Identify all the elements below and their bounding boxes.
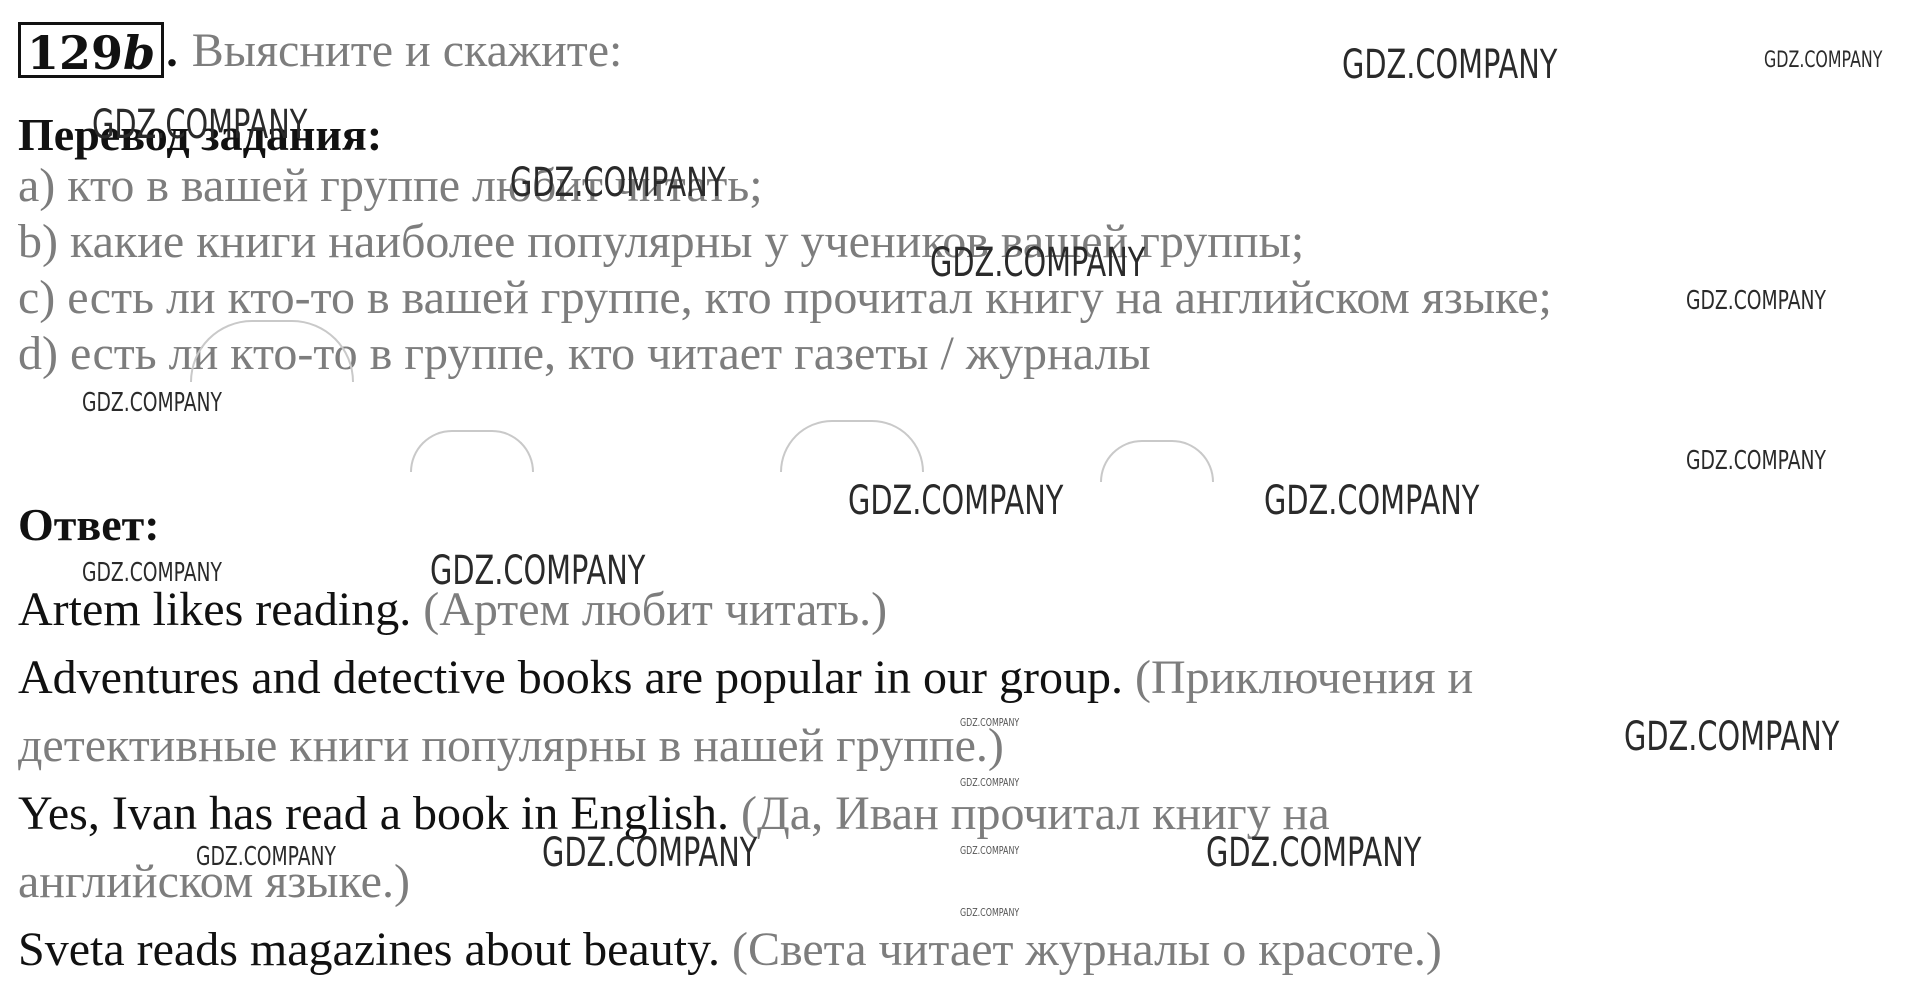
exercise-header: 129b . Выясните и скажите: [18,22,623,80]
watermark: GDZ.COMPANY [1206,830,1422,876]
exercise-instruction: Выясните и скажите: [191,23,623,77]
watermark: GDZ.COMPANY [430,548,646,594]
answer-en: Adventures and detective books are popul… [18,651,1124,704]
answer-en: Sveta reads magazines about beauty. [18,923,720,976]
watermark: GDZ.COMPANY [1624,714,1840,760]
exercise-letter: b [123,26,156,80]
ghost-arc [1100,440,1214,482]
watermark: GDZ.COMPANY [960,844,1020,857]
watermark: GDZ.COMPANY [82,388,222,418]
answer-ru: (Приключения и [1123,651,1474,704]
watermark: GDZ.COMPANY [542,830,758,876]
watermark: GDZ.COMPANY [1686,286,1826,316]
watermark: GDZ.COMPANY [1264,478,1480,524]
watermark: GDZ.COMPANY [930,240,1146,286]
answer-line-2: Adventures and detective books are popul… [18,654,1473,702]
document-page: 129b . Выясните и скажите: Перевод задан… [0,0,1909,995]
answer-ru: детективные книги популярны в нашей груп… [18,719,1004,772]
watermark: GDZ.COMPANY [92,102,308,148]
watermark: GDZ.COMPANY [960,776,1020,789]
watermark: GDZ.COMPANY [1342,42,1558,88]
watermark: GDZ.COMPANY [960,716,1020,729]
watermark: GDZ.COMPANY [510,160,726,206]
exercise-number-dot: . [166,24,178,76]
watermark: GDZ.COMPANY [1764,48,1883,73]
exercise-number: 129 [27,26,124,80]
task-item-c: c) есть ли кто-то в вашей группе, кто пр… [18,271,1552,324]
ghost-arc [780,420,924,472]
answer-line-6: Sveta reads magazines about beauty. (Све… [18,926,1442,974]
exercise-number-box: 129b [18,22,165,80]
answer-ru: (Света читает журналы о красоте.) [719,923,1442,976]
watermark: GDZ.COMPANY [196,842,336,872]
answer-line-3: детективные книги популярны в нашей груп… [18,722,1004,770]
task-item-d: d) есть ли кто-то в группе, кто читает г… [18,327,1151,380]
watermark: GDZ.COMPANY [960,906,1020,919]
answer-en: Artem likes reading. [18,583,412,636]
watermark: GDZ.COMPANY [82,558,222,588]
watermark: GDZ.COMPANY [1686,446,1826,476]
watermark: GDZ.COMPANY [848,478,1064,524]
answer-heading: Ответ: [18,499,160,550]
ghost-arc [410,430,534,472]
